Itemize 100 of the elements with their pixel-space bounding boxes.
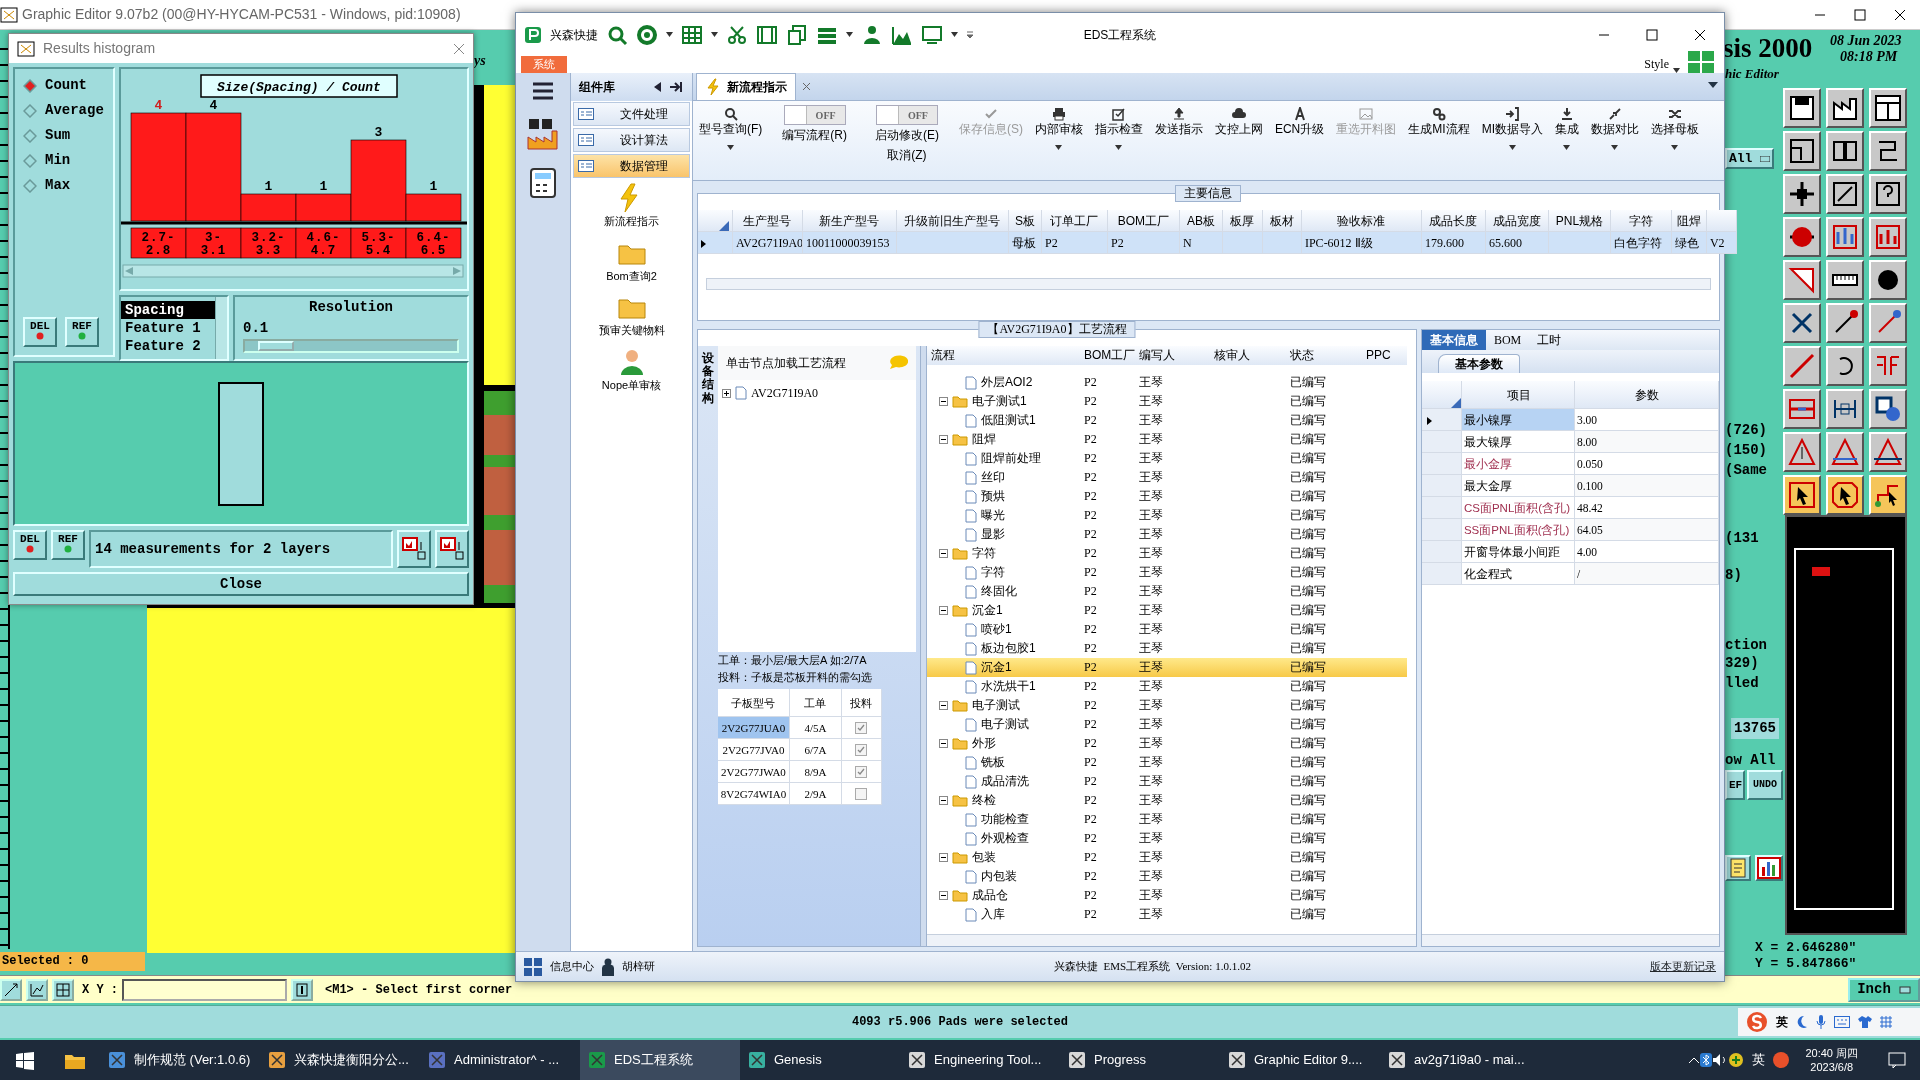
radio-option[interactable]: Sum bbox=[19, 123, 109, 148]
document-tab[interactable]: 新流程指示 bbox=[695, 73, 796, 100]
tree-cell[interactable]: 喷砂1 bbox=[926, 620, 1080, 639]
tool-item[interactable]: 预审关键物料 bbox=[598, 288, 665, 343]
list-item[interactable]: Spacing bbox=[121, 301, 215, 319]
tree-node[interactable]: AV2G71I9A0 bbox=[750, 384, 819, 402]
ribbon-button[interactable]: 集成 bbox=[1549, 105, 1585, 153]
table-cell-text: 已编写 bbox=[1288, 735, 1327, 752]
taskbar-button[interactable]: Engineering Tool... bbox=[900, 1040, 1060, 1080]
taskbar-button[interactable]: EDS工程系统 bbox=[580, 1040, 740, 1080]
tree-cell[interactable]: 功能检查 bbox=[926, 810, 1080, 829]
radio-option[interactable]: Average bbox=[19, 98, 109, 123]
tree-cell[interactable]: 预烘 bbox=[926, 487, 1080, 506]
tree-cell[interactable]: 字符 bbox=[926, 544, 1080, 563]
tree-cell[interactable]: 沉金1 bbox=[926, 601, 1080, 620]
tree-cell[interactable]: 包装 bbox=[926, 848, 1080, 867]
list-item[interactable]: Feature 2 bbox=[121, 337, 215, 355]
x-tick-label: 3-3.1 bbox=[200, 231, 227, 258]
side-tab[interactable]: 设备结构 bbox=[701, 352, 714, 940]
radio-option[interactable]: Max bbox=[19, 173, 109, 198]
tree-cell[interactable]: 显影 bbox=[926, 525, 1080, 544]
tree-cell[interactable]: 低阻测试1 bbox=[926, 411, 1080, 430]
ribbon-button[interactable]: 型号查询(F) bbox=[692, 105, 769, 153]
tool-item[interactable]: Nope单审核 bbox=[601, 342, 662, 397]
tree-cell[interactable]: 成品仓 bbox=[926, 886, 1080, 905]
table-cell-text: 王琴 bbox=[1137, 545, 1164, 562]
ribbon-button[interactable]: 内部审核 bbox=[1028, 105, 1089, 153]
taskbar-button[interactable]: av2g71i9a0 - mai... bbox=[1380, 1040, 1540, 1080]
tree-cell[interactable]: 板边包胶1 bbox=[926, 639, 1080, 658]
tree-cell[interactable]: 外形 bbox=[926, 734, 1080, 753]
tree-cell[interactable]: 内包装 bbox=[926, 867, 1080, 886]
style-menu[interactable]: Style bbox=[1644, 55, 1669, 73]
tool-item[interactable]: Bom查询2 bbox=[606, 233, 657, 288]
toggle-switch[interactable]: OFF bbox=[875, 105, 938, 125]
ribbon-button[interactable]: ECN升级 bbox=[1268, 105, 1331, 140]
taskbar-button[interactable]: 制作规范 (Ver:1.0.6) bbox=[100, 1040, 260, 1080]
ribbon-button[interactable]: 发送指示 bbox=[1148, 105, 1209, 140]
taskbar-button[interactable]: Administrator^ - ... bbox=[420, 1040, 580, 1080]
ribbon-button[interactable]: 文控上网 bbox=[1208, 105, 1269, 140]
tree-cell[interactable]: 外观检查 bbox=[926, 829, 1080, 848]
ribbon-button[interactable]: MI数据导入 bbox=[1475, 105, 1549, 153]
table-cell-text: P2 bbox=[1082, 412, 1098, 429]
nav-item[interactable]: 数据管理 bbox=[573, 154, 690, 178]
tree-cell[interactable]: 水洗烘干1 bbox=[926, 677, 1080, 696]
ribbon-button[interactable]: 指示检查 bbox=[1088, 105, 1149, 153]
tab[interactable]: 工时 bbox=[1529, 330, 1570, 350]
language-indicator[interactable]: 英 bbox=[1752, 1050, 1766, 1070]
tree-cell[interactable]: 丝印 bbox=[926, 468, 1080, 487]
tree-cell[interactable]: 电子测试 bbox=[926, 715, 1080, 734]
undo-button[interactable]: UNDO bbox=[1747, 770, 1783, 800]
tree-cell[interactable]: 沉金1 bbox=[926, 658, 1080, 677]
taskbar-button[interactable]: Genesis bbox=[740, 1040, 900, 1080]
ribbon-button[interactable]: 生成MI流程 bbox=[1402, 105, 1476, 140]
ribbon-button[interactable]: 选择母板 bbox=[1645, 105, 1705, 153]
tree-cell[interactable]: 外层AOI2 bbox=[926, 373, 1080, 392]
taskbar-button[interactable]: Graphic Editor 9.... bbox=[1220, 1040, 1380, 1080]
toggle-switch[interactable]: OFF bbox=[783, 105, 846, 125]
tree-cell[interactable]: 阻焊前处理 bbox=[926, 449, 1080, 468]
column-header: 成品宽度 bbox=[1485, 210, 1549, 232]
tool-button[interactable]: DEL bbox=[13, 530, 47, 560]
status-text[interactable]: 信息中心 bbox=[550, 958, 594, 975]
tool-button[interactable]: REF bbox=[51, 530, 85, 560]
ribbon-button[interactable]: 数据对比 bbox=[1585, 105, 1645, 153]
table-cell-text: P2 bbox=[1082, 450, 1098, 467]
tool-button[interactable]: DEL bbox=[23, 317, 57, 347]
tree-cell[interactable]: 阻焊 bbox=[926, 430, 1080, 449]
tree-cell[interactable]: 终固化 bbox=[926, 582, 1080, 601]
tool-item[interactable]: 新流程指示 bbox=[604, 179, 659, 234]
link[interactable]: 版本更新记录 bbox=[1650, 958, 1716, 975]
tab[interactable]: BOM bbox=[1485, 330, 1530, 350]
taskbar-button[interactable]: 兴森快捷衡阳分公... bbox=[260, 1040, 420, 1080]
table-cell-text: P2 bbox=[1082, 811, 1098, 828]
table-cell: 8.00 bbox=[1574, 431, 1719, 453]
taskbar-button[interactable]: Progress bbox=[1060, 1040, 1220, 1080]
table-cell-text: P2 bbox=[1082, 697, 1098, 714]
column-header: PPC bbox=[1361, 346, 1407, 365]
nav-item[interactable]: 设计算法 bbox=[573, 128, 690, 152]
tree-cell[interactable]: 终检 bbox=[926, 791, 1080, 810]
tool-button[interactable]: REF bbox=[65, 317, 99, 347]
partial-button[interactable]: EF bbox=[1725, 770, 1745, 800]
nav-item[interactable]: 文件处理 bbox=[573, 102, 690, 126]
tree-cell[interactable]: 铣板 bbox=[926, 753, 1080, 772]
radio-option[interactable]: Min bbox=[19, 148, 109, 173]
tree-cell[interactable]: 入库 bbox=[926, 905, 1080, 924]
tree-cell[interactable]: 字符 bbox=[926, 563, 1080, 582]
tree-cell[interactable]: 成品清洗 bbox=[926, 772, 1080, 791]
tab[interactable]: 基本信息 bbox=[1421, 330, 1486, 350]
list-item[interactable]: Feature 1 bbox=[121, 319, 215, 337]
language-indicator[interactable]: 英 bbox=[1776, 1013, 1788, 1031]
units-dropdown[interactable]: Inch bbox=[1848, 977, 1920, 1002]
tree-cell[interactable]: 曝光 bbox=[926, 506, 1080, 525]
tree-cell[interactable]: 电子测试 bbox=[926, 696, 1080, 715]
tree-cell[interactable]: 电子测试1 bbox=[926, 392, 1080, 411]
radio-option[interactable]: Count bbox=[19, 73, 109, 98]
table-cell-text: P2 bbox=[1082, 716, 1098, 733]
value-label: 1 bbox=[264, 179, 273, 194]
filter-dropdown[interactable]: All bbox=[1725, 148, 1775, 169]
subtab[interactable]: 基本参数 bbox=[1437, 354, 1520, 373]
close-button[interactable]: Close bbox=[13, 572, 469, 596]
table-cell: P2 bbox=[1079, 658, 1135, 677]
